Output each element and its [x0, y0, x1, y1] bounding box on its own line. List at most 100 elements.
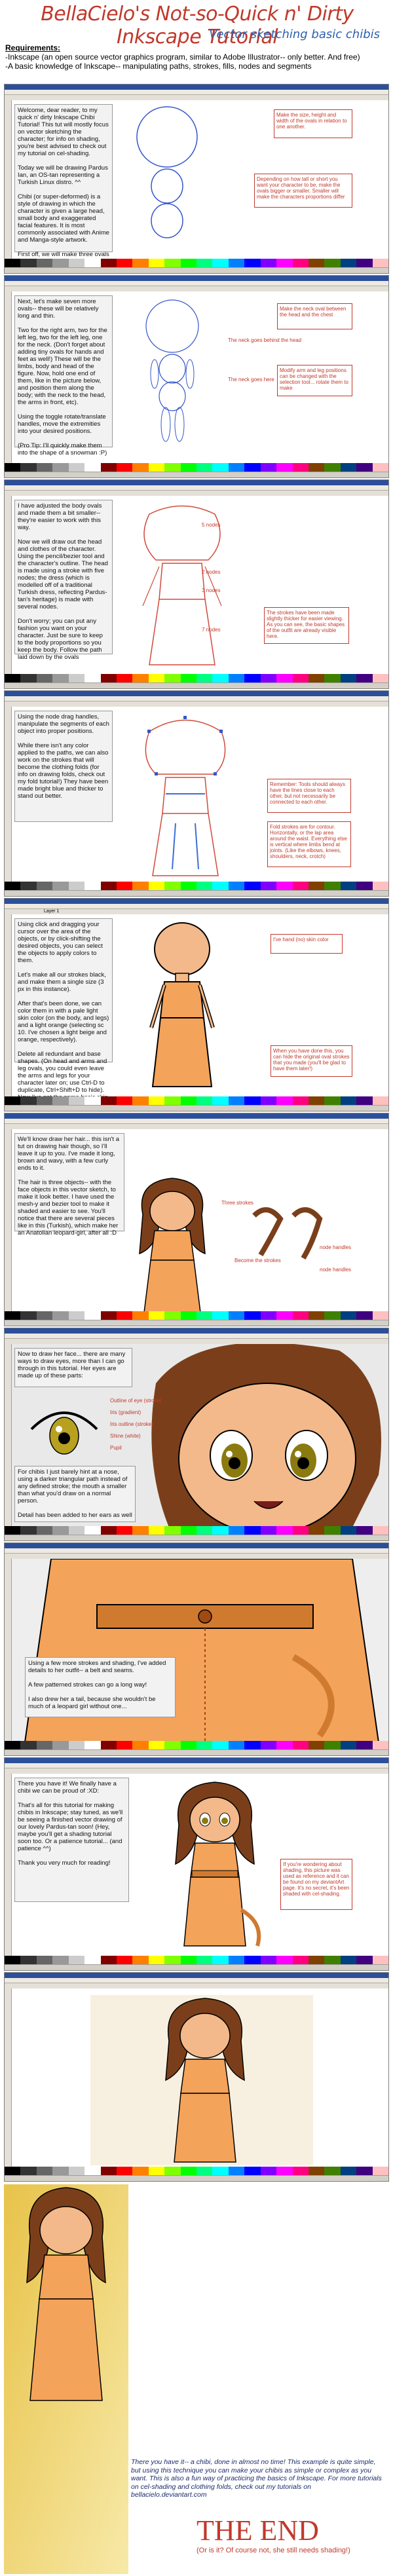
annotation-label: The neck goes behind the head	[228, 337, 302, 343]
shaded-preview	[90, 1995, 313, 2165]
menu-bar[interactable]	[5, 1978, 388, 1983]
drawing-canvas[interactable]: Now to draw her face... there are many w…	[12, 1344, 388, 1527]
node-count-label: 3 nodes	[202, 588, 221, 593]
closing-paragraph: There you have it-- a chibi, done in alm…	[131, 2458, 382, 2499]
toolbox[interactable]	[5, 1774, 12, 1956]
toolbox[interactable]	[5, 707, 12, 882]
color-palette[interactable]	[5, 1741, 388, 1750]
layer-indicator[interactable]: Layer 1	[44, 909, 59, 914]
step-panel-10	[4, 1972, 389, 2182]
tip-callout: Fold strokes are for contour. Horizontal…	[267, 821, 351, 867]
menu-bar[interactable]	[5, 1334, 388, 1339]
menu-bar[interactable]	[5, 90, 388, 95]
window-titlebar	[5, 1543, 388, 1548]
color-palette[interactable]	[5, 1526, 388, 1535]
menu-bar[interactable]	[5, 1548, 388, 1554]
limb-ovals-sketch	[145, 299, 199, 442]
colored-figure	[149, 922, 215, 1087]
final-illustration	[4, 2184, 128, 2574]
color-palette[interactable]	[5, 1311, 388, 1320]
menu-bar[interactable]	[5, 1119, 388, 1124]
tip-callout: Make the neck oval between the head and …	[277, 303, 352, 329]
tip-callout: If you're wondering about shading, this …	[280, 1859, 352, 1910]
tip-callout: When you have done this, you can hide th…	[271, 1045, 352, 1077]
step-note: Welcome, dear reader, to my quick n' dir…	[14, 104, 113, 273]
toolbox[interactable]	[5, 1988, 12, 2167]
step-note: There you have it! We finally have a chi…	[14, 1778, 129, 1902]
step-note: We'll know draw her hair... this isn't a…	[14, 1133, 124, 1237]
window-titlebar	[5, 276, 388, 281]
tutorial-header: BellaCielo's Not-so-Quick n' Dirty Inksc…	[0, 0, 393, 84]
node-count-label: 5 nodes	[202, 522, 221, 528]
drawing-canvas[interactable]: There you have it! We finally have a chi…	[12, 1774, 388, 1956]
drawing-canvas[interactable]	[12, 1988, 388, 2167]
window-titlebar	[5, 1113, 388, 1119]
window-titlebar	[5, 480, 388, 485]
toolbox[interactable]	[5, 291, 12, 463]
color-palette[interactable]	[5, 1096, 388, 1106]
tip-callout: I've hand (no) skin color	[271, 934, 343, 954]
menu-bar[interactable]	[5, 485, 388, 491]
eye-part-label: Outline of eye (stroke)	[110, 1398, 162, 1404]
toolbox[interactable]	[5, 1344, 12, 1526]
window-titlebar	[5, 1973, 388, 1978]
the-end-subtext: (Or is it? Of course not, she still need…	[196, 2547, 350, 2554]
toolbox[interactable]	[5, 100, 12, 259]
drawing-canvas[interactable]: Using click and dragging your cursor ove…	[12, 914, 388, 1108]
step-panel-7: Now to draw her face... there are many w…	[4, 1328, 389, 1541]
menu-bar[interactable]	[5, 904, 388, 909]
step-note: Using a few more strokes and shading, I'…	[25, 1657, 176, 1717]
menu-bar[interactable]	[5, 281, 388, 286]
eye-part-label: Iris outline (stroke)	[110, 1421, 153, 1427]
step-note: I have adjusted the body ovals and made …	[14, 500, 113, 661]
face-closeup	[151, 1344, 381, 1527]
finished-chibi	[175, 1782, 261, 1947]
requirement-item: -A basic knowledge of Inkscape-- manipul…	[5, 62, 312, 71]
color-palette[interactable]	[5, 259, 388, 268]
step-note: Now to draw her face... there are many w…	[14, 1348, 132, 1387]
hair-strokes-detail	[252, 1207, 323, 1260]
step-panel-9: There you have it! We finally have a chi…	[4, 1757, 389, 1971]
toolbox[interactable]	[5, 914, 12, 1096]
status-bar	[5, 1749, 388, 1755]
tutorial-title: BellaCielo's Not-so-Quick n' Dirty Inksc…	[41, 3, 354, 48]
annotation-label: node handles	[320, 1244, 352, 1250]
requirements-label: Requirements:	[5, 43, 61, 52]
status-bar	[5, 267, 388, 273]
color-palette[interactable]	[5, 882, 388, 891]
drawing-canvas[interactable]: We'll know draw her hair... this isn't a…	[12, 1129, 388, 1313]
step-note: Using the node drag handles, manipulate …	[14, 711, 113, 822]
step-panel-2: Next, let's make seven more ovals-- thes…	[4, 275, 389, 478]
step-note-secondary: For chibis I just barely hint at a nose,…	[14, 1466, 136, 1522]
drawing-canvas[interactable]: Using a few more strokes and shading, I'…	[12, 1559, 388, 1742]
tip-callout: Remember: Tools should always have the l…	[267, 779, 351, 813]
window-titlebar	[5, 899, 388, 904]
color-palette[interactable]	[5, 463, 388, 472]
step-panel-4: Using the node drag handles, manipulate …	[4, 690, 389, 897]
toolbox[interactable]	[5, 1559, 12, 1741]
annotation-label: node handles	[320, 1267, 352, 1273]
menu-bar[interactable]	[5, 1763, 388, 1768]
menu-bar[interactable]	[5, 696, 388, 701]
node-edit-sketch	[145, 716, 226, 876]
step-panel-5: Layer 1 Using click and dragging your cu…	[4, 898, 389, 1111]
drawing-canvas[interactable]: Next, let's make seven more ovals-- thes…	[12, 291, 388, 463]
status-bar	[5, 2175, 388, 2181]
window-titlebar	[5, 691, 388, 696]
color-palette[interactable]	[5, 674, 388, 683]
tutorial-page: { "header": { "title": "BellaCielo's Not…	[0, 0, 393, 2576]
toolbox[interactable]	[5, 1129, 12, 1311]
status-bar	[5, 1320, 388, 1326]
annotation-label: The neck goes here	[228, 377, 274, 383]
annotation-label: Three strokes	[221, 1200, 253, 1206]
drawing-canvas[interactable]: I have adjusted the body ovals and made …	[12, 496, 388, 674]
window-titlebar	[5, 1758, 388, 1763]
color-palette[interactable]	[5, 1956, 388, 1965]
tip-callout: The strokes have been made slightly thic…	[264, 607, 349, 644]
drawing-canvas[interactable]: Welcome, dear reader, to my quick n' dir…	[12, 100, 388, 273]
status-bar	[5, 1535, 388, 1540]
toolbox[interactable]	[5, 496, 12, 674]
color-palette[interactable]	[5, 2167, 388, 2176]
drawing-canvas[interactable]: Using the node drag handles, manipulate …	[12, 707, 388, 882]
step-panel-8: Using a few more strokes and shading, I'…	[4, 1542, 389, 1756]
